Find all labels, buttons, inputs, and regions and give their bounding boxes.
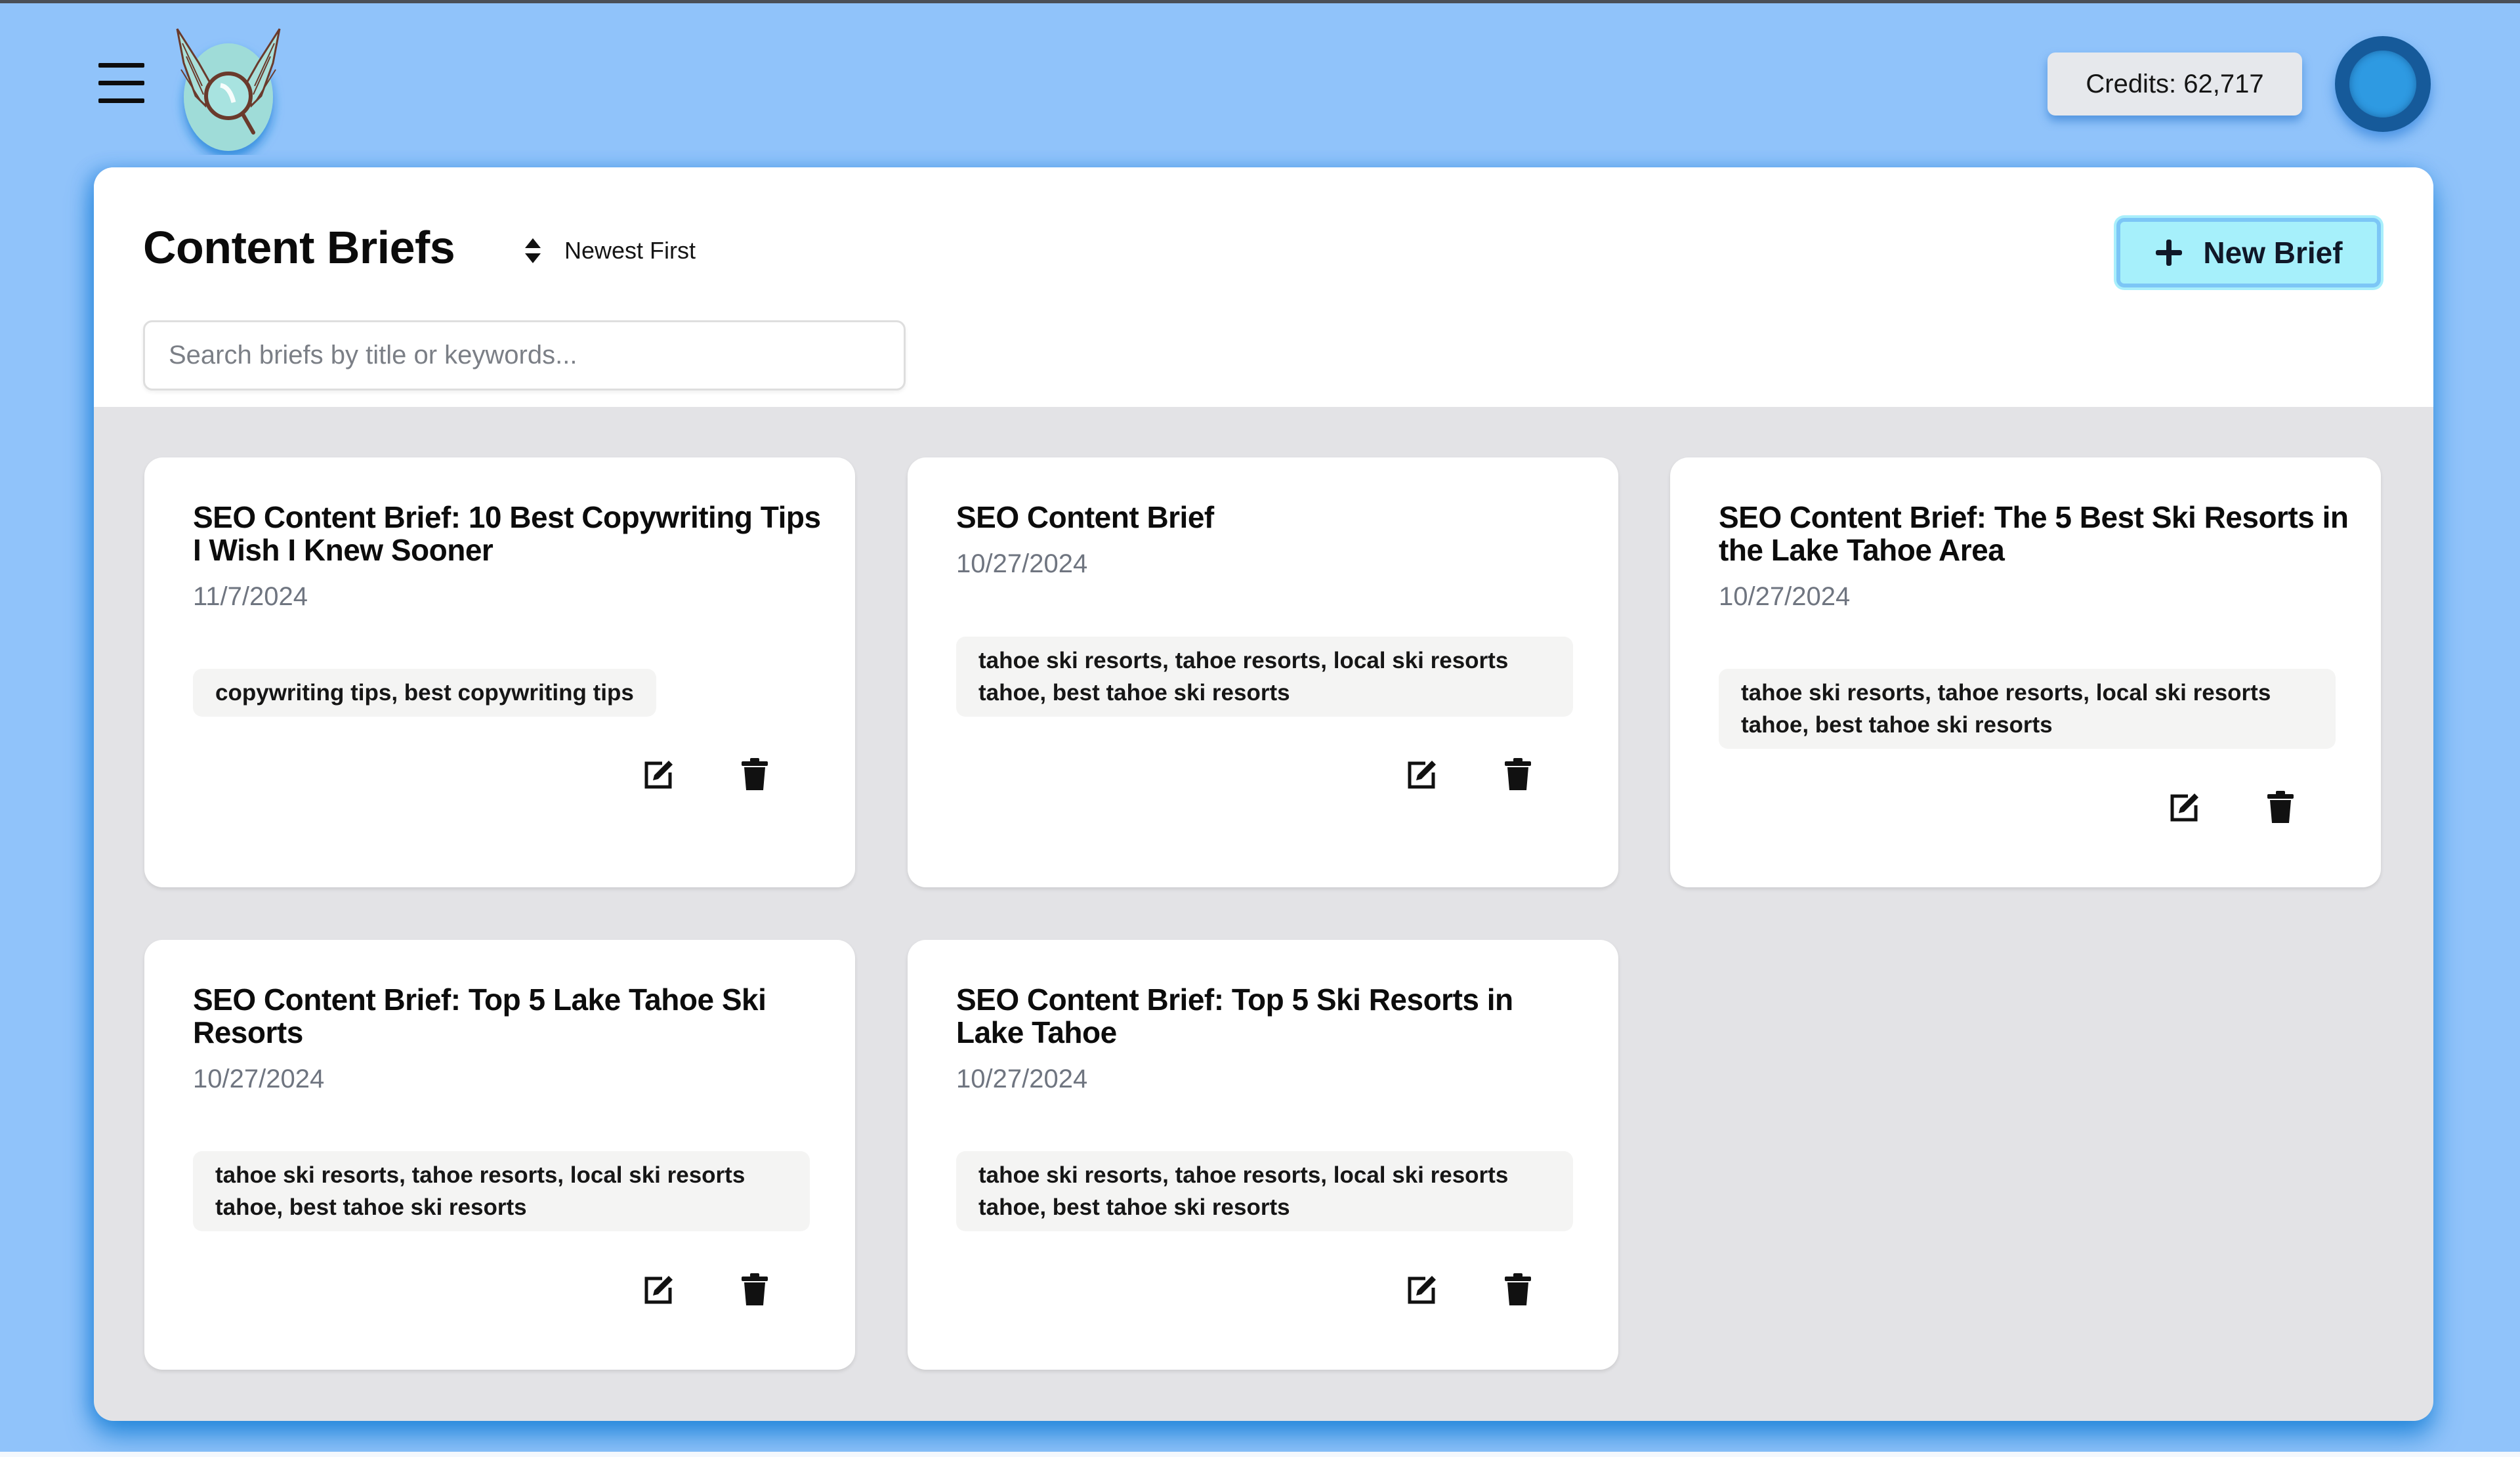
delete-button[interactable] <box>1500 1271 1536 1308</box>
edit-button[interactable] <box>2166 789 2203 826</box>
hamburger-line <box>98 81 144 85</box>
brief-date: 10/27/2024 <box>1719 582 1851 611</box>
delete-button[interactable] <box>736 1271 773 1308</box>
window-bottom-edge <box>0 1452 2520 1457</box>
edit-icon <box>1408 1276 1436 1304</box>
edit-button[interactable] <box>1404 756 1440 793</box>
trash-icon <box>742 758 768 790</box>
app-logo[interactable] <box>169 24 287 155</box>
window-top-edge <box>0 0 2520 3</box>
winged-magnifier-logo-icon <box>176 28 281 151</box>
brief-card[interactable]: SEO Content Brief: Top 5 Lake Tahoe Ski … <box>144 940 855 1370</box>
brief-card[interactable]: SEO Content Brief: 10 Best Copywriting T… <box>144 457 855 887</box>
brief-title[interactable]: SEO Content Brief: 10 Best Copywriting T… <box>193 501 823 566</box>
brief-title[interactable]: SEO Content Brief: Top 5 Ski Resorts in … <box>956 983 1586 1049</box>
brief-date: 10/27/2024 <box>956 1065 1088 1093</box>
page-title: Content Briefs <box>143 222 455 273</box>
brief-card[interactable]: SEO Content Brief: Top 5 Ski Resorts in … <box>908 940 1618 1370</box>
trash-icon <box>2267 791 2294 823</box>
edit-icon <box>2170 793 2198 822</box>
sort-selected-label: Newest First <box>564 237 696 264</box>
plus-icon <box>2156 240 2183 266</box>
trash-icon <box>742 1273 768 1305</box>
brief-date: 10/27/2024 <box>193 1065 325 1093</box>
new-brief-button[interactable]: New Brief <box>2116 218 2381 287</box>
edit-icon <box>1408 761 1436 789</box>
brief-date: 11/7/2024 <box>193 582 308 611</box>
brief-card[interactable]: SEO Content Brief: The 5 Best Ski Resort… <box>1670 457 2381 887</box>
credits-button[interactable]: Credits: 62,717 <box>2048 53 2302 116</box>
trash-icon <box>1505 1273 1531 1305</box>
brief-keywords: copywriting tips, best copywriting tips <box>193 669 656 717</box>
content-briefs-panel: Content Briefs Newest First New Brief SE… <box>94 167 2433 1421</box>
edit-button[interactable] <box>1404 1271 1440 1308</box>
sort-dropdown[interactable]: Newest First <box>524 234 696 267</box>
sort-updown-icon <box>525 238 541 263</box>
brief-keywords: tahoe ski resorts, tahoe resorts, local … <box>1719 669 2336 749</box>
brief-keywords: tahoe ski resorts, tahoe resorts, local … <box>956 637 1573 717</box>
edit-button[interactable] <box>640 1271 677 1308</box>
edit-icon <box>644 1276 673 1304</box>
brief-date: 10/27/2024 <box>956 549 1088 578</box>
brief-title[interactable]: SEO Content Brief: The 5 Best Ski Resort… <box>1719 501 2349 566</box>
new-brief-label: New Brief <box>2203 236 2343 270</box>
trash-icon <box>1505 758 1531 790</box>
delete-button[interactable] <box>1500 756 1536 793</box>
brief-title[interactable]: SEO Content Brief <box>956 501 1586 534</box>
user-avatar[interactable] <box>2335 36 2431 132</box>
search-input[interactable] <box>143 320 906 391</box>
brief-keywords: tahoe ski resorts, tahoe resorts, local … <box>956 1151 1573 1231</box>
edit-icon <box>644 761 673 789</box>
delete-button[interactable] <box>2262 789 2299 826</box>
menu-button[interactable] <box>97 60 147 108</box>
brief-keywords: tahoe ski resorts, tahoe resorts, local … <box>193 1151 810 1231</box>
delete-button[interactable] <box>736 756 773 793</box>
brief-card[interactable]: SEO Content Brief 10/27/2024 tahoe ski r… <box>908 457 1618 887</box>
hamburger-menu-icon <box>98 63 144 68</box>
hamburger-line <box>98 98 144 103</box>
panel-header: Content Briefs Newest First New Brief <box>94 167 2433 407</box>
edit-button[interactable] <box>640 756 677 793</box>
brief-title[interactable]: SEO Content Brief: Top 5 Lake Tahoe Ski … <box>193 983 823 1049</box>
